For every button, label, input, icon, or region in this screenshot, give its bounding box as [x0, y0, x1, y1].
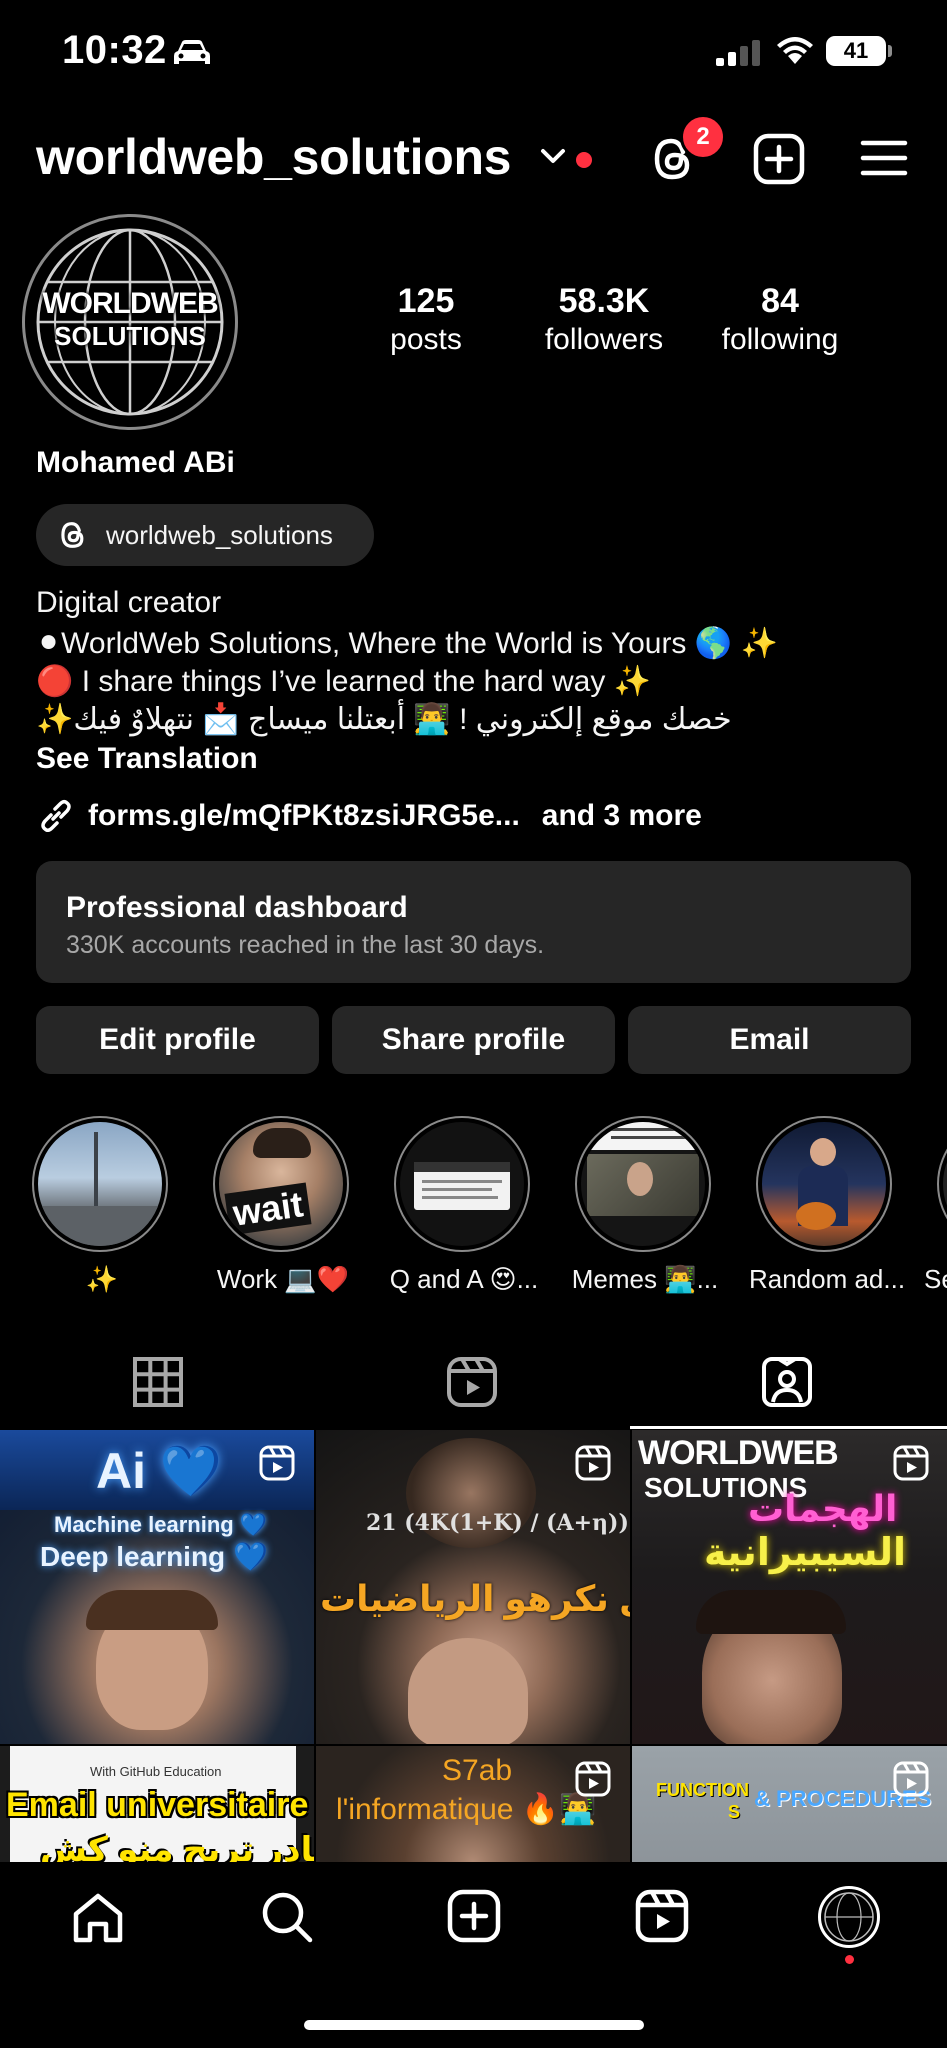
reel-icon — [259, 1445, 295, 1481]
link-icon — [41, 799, 71, 833]
post3-arabic2: السيبيرانية — [704, 1532, 906, 1574]
active-tab-indicator — [630, 1426, 947, 1429]
grid-post-4[interactable]: With GitHub Education Email universitair… — [0, 1746, 314, 1862]
battery-level: 41 — [826, 36, 886, 66]
bio-link-row[interactable]: forms.gle/mQfPKt8zsiJRG5e... and 3 more — [36, 796, 702, 836]
post4-title: Email universitaire — [6, 1786, 309, 1824]
profile-tab-avatar[interactable] — [818, 1886, 880, 1948]
account-notification-dot — [576, 152, 592, 168]
threads-handle: worldweb_solutions — [106, 519, 333, 550]
grid-post-5[interactable]: S7ab l'informatique 🔥👨‍💻 — [316, 1746, 630, 1862]
reel-icon — [575, 1761, 611, 1797]
search-icon[interactable] — [258, 1888, 316, 1946]
highlight-memes[interactable] — [575, 1116, 715, 1252]
post2-arabic: كامل نكرهو الرياضيات — [320, 1578, 630, 1619]
battery-cap — [888, 45, 892, 57]
globe-logo-icon — [824, 1892, 874, 1942]
following-count: 84 — [761, 282, 799, 320]
post1-title: Ai 💙 — [96, 1443, 223, 1499]
post6-line2: S — [728, 1802, 741, 1822]
dashboard-title: Professional dashboard — [66, 891, 408, 924]
tagged-tab-icon[interactable] — [757, 1352, 817, 1412]
highlight-work[interactable]: wait — [213, 1116, 353, 1252]
posts-stat[interactable]: 125 posts — [376, 282, 476, 357]
highlight-label-memes: Memes 👨‍💻... — [571, 1264, 719, 1294]
bio-link-more[interactable]: and 3 more — [542, 799, 702, 833]
followers-count: 58.3K — [558, 282, 650, 320]
bio-link-text[interactable]: forms.gle/mQfPKt8zsiJRG5e... — [88, 799, 520, 833]
followers-stat[interactable]: 58.3K followers — [530, 282, 678, 357]
profile-username[interactable]: worldweb_solutions — [36, 128, 512, 186]
email-button[interactable]: Email — [628, 1006, 911, 1074]
bio-line-2: 🔴 I share things I’ve learned the hard w… — [36, 665, 652, 698]
following-stat[interactable]: 84 following — [710, 282, 850, 357]
highlight-qa[interactable] — [394, 1116, 534, 1252]
highlight-label-work: Work 💻❤️ — [216, 1264, 350, 1294]
post5-line1: S7ab — [442, 1754, 513, 1787]
following-label: following — [721, 323, 839, 356]
dashboard-subtitle: 330K accounts reached in the last 30 day… — [66, 931, 545, 959]
posts-label: posts — [390, 323, 462, 356]
reels-tab-icon[interactable] — [442, 1352, 502, 1412]
bio-line-1: ⚫WorldWeb Solutions, Where the World is … — [36, 627, 778, 660]
profile-avatar[interactable]: WORLDWEB SOLUTIONS — [22, 214, 238, 430]
avatar-text-line1: WORLDWEB — [42, 287, 218, 320]
chevron-down-icon[interactable] — [540, 148, 566, 164]
post2-formula: 21 (4K(1+K) / (A+η)) +κ²and — [366, 1510, 630, 1536]
grid-post-2[interactable]: 21 (4K(1+K) / (A+η)) +κ²and كامل نكرهو ا… — [316, 1430, 630, 1744]
highlight-label-qa: Q and A 😍... — [389, 1264, 539, 1294]
grid-post-6[interactable]: FUNCTION S & PROCEDURES — [632, 1746, 947, 1862]
bio-category: Digital creator — [36, 586, 222, 619]
profile-full-name: Mohamed ABi — [36, 446, 235, 479]
grid-post-1[interactable]: Ai 💙 Machine learning 💙 Deep learning 💙 — [0, 1430, 314, 1744]
create-icon[interactable] — [446, 1888, 502, 1944]
highlight-overlay-text: wait — [224, 1182, 312, 1236]
followers-label: followers — [544, 323, 664, 356]
grid-post-3[interactable]: WORLDWEB SOLUTIONS الهجمات السيبيرانية — [632, 1430, 947, 1744]
highlight-1[interactable] — [32, 1116, 172, 1252]
avatar-text-line2: SOLUTIONS — [54, 321, 206, 351]
post1-line3: Deep learning 💙 — [40, 1541, 268, 1572]
wifi-icon — [777, 37, 813, 64]
hamburger-menu-icon[interactable] — [860, 138, 908, 178]
post3-line1: WORLDWEB — [638, 1434, 839, 1472]
reel-icon — [893, 1761, 929, 1797]
post4-small: With GitHub Education — [90, 1764, 222, 1779]
highlight-label-random: Random ad... — [748, 1264, 906, 1294]
reels-icon[interactable] — [634, 1888, 690, 1944]
home-icon[interactable] — [70, 1890, 126, 1946]
profile-notification-dot — [845, 1955, 854, 1964]
reel-icon — [893, 1445, 929, 1481]
post6-line1: FUNCTION — [656, 1780, 749, 1800]
professional-dashboard[interactable]: Professional dashboard 330K accounts rea… — [36, 861, 911, 983]
posts-count: 125 — [397, 282, 455, 320]
home-indicator-bar[interactable] — [304, 2020, 644, 2030]
post5-line2: l'informatique 🔥👨‍💻 — [336, 1793, 597, 1826]
highlight-6[interactable] — [937, 1116, 947, 1252]
create-post-icon[interactable] — [752, 132, 806, 186]
edit-profile-button[interactable]: Edit profile — [36, 1006, 319, 1074]
see-translation-link[interactable]: See Translation — [36, 742, 258, 776]
threads-icon — [61, 522, 84, 548]
post3-arabic1: الهجمات — [748, 1488, 898, 1529]
share-profile-button[interactable]: Share profile — [332, 1006, 615, 1074]
cellular-signal-icon — [716, 40, 760, 66]
highlight-label-6: Se — [924, 1264, 947, 1294]
threads-profile-chip[interactable]: worldweb_solutions — [36, 504, 374, 566]
highlight-label-1: ✨ — [85, 1264, 119, 1294]
car-icon — [174, 40, 210, 64]
post4-arabic: قادر تربح منو كش — [40, 1831, 314, 1862]
post1-line2: Machine learning 💙 — [54, 1512, 268, 1537]
reel-icon — [575, 1445, 611, 1481]
highlight-random[interactable] — [756, 1116, 896, 1252]
status-time: 10:32 — [62, 28, 167, 72]
posts-grid-tab-icon[interactable] — [128, 1352, 188, 1412]
bio-line-3: خصك موقع إلكتروني ! 👨‍💻 أبعتلنا ميساج 📩 … — [36, 703, 732, 736]
threads-notification-badge: 2 — [680, 114, 726, 160]
